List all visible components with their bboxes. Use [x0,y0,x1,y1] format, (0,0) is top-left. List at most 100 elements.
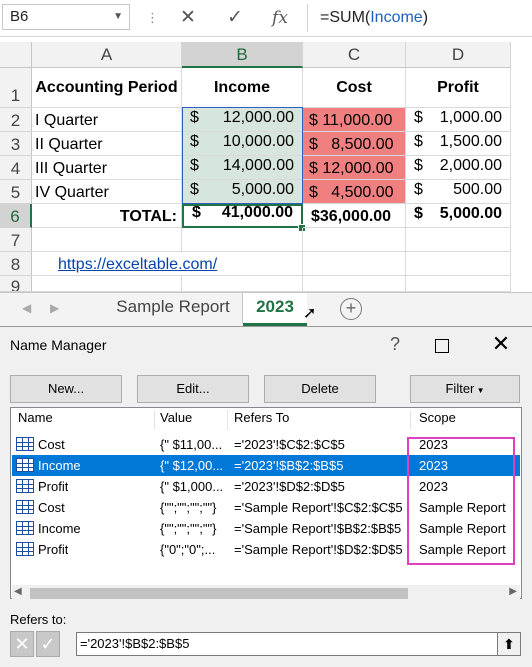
tab-sample-report[interactable]: Sample Report [104,293,243,323]
cancel-icon[interactable]: ✕ [10,631,34,657]
cell-c9[interactable] [303,276,406,292]
horizontal-scrollbar[interactable]: ◀ ▶ [12,585,520,602]
item-name: Profit [38,542,69,557]
row-header-1[interactable]: 1 [0,68,32,108]
cell-a7[interactable] [32,228,182,252]
sheet-tab-bar: ◀ ▶ Sample Report 2023 ➚ + [0,292,532,327]
table-name-icon [16,479,34,493]
close-icon[interactable]: ✕ [488,329,514,359]
refers-to-input[interactable]: ='2023'!$B$2:$B$5 [76,632,498,656]
cell-d8[interactable] [406,252,511,276]
header-divider [227,410,228,430]
cell-c3[interactable]: $ 8,500.00 [303,132,406,156]
cell-c8[interactable] [303,252,406,276]
cell-d2[interactable]: $1,000.00 [406,108,511,132]
cell-d1[interactable]: Profit [406,68,511,108]
tab-2023[interactable]: 2023 [243,293,307,326]
cell-c6[interactable]: $36,000.00 [303,204,406,228]
cell-a4[interactable]: III Quarter [32,156,182,180]
cell-d5[interactable]: $500.00 [406,180,511,204]
insert-function-icon[interactable]: fx [263,4,297,32]
cell-value: 1,000.00 [439,109,502,126]
formula-ref: Income [370,9,423,26]
chevron-down-icon[interactable]: ▼ [113,5,123,29]
select-all-corner[interactable] [0,42,32,68]
column-header-value[interactable]: Value [160,410,192,425]
filter-button[interactable]: Filter ▼ [410,375,520,403]
column-header-c[interactable]: C [303,42,406,68]
item-refers: ='2023'!$C$2:$C$5 [234,437,345,452]
column-header-refers-to[interactable]: Refers To [234,410,289,425]
column-header-a[interactable]: A [32,42,182,68]
enter-icon[interactable]: ✓ [218,4,252,32]
help-icon[interactable]: ? [382,331,408,357]
cell-d9[interactable] [406,276,511,292]
filter-label: Filter [445,381,475,396]
currency-symbol: $ [414,157,423,174]
column-header-b[interactable]: B [182,42,303,68]
cell-d6[interactable]: $5,000.00 [406,204,511,228]
cell-d4[interactable]: $2,000.00 [406,156,511,180]
column-header-scope[interactable]: Scope [419,410,456,425]
formula-input[interactable]: =SUM(Income) [307,4,532,32]
cell-c2[interactable]: $ 11,000.00 [303,108,406,132]
dialog-title: Name Manager [10,337,107,353]
currency-symbol: $ [414,205,423,222]
add-sheet-button[interactable]: + [340,298,362,320]
column-header-d[interactable]: D [406,42,511,68]
scroll-right-icon[interactable]: ▶ [509,586,517,597]
row-header-5[interactable]: 5 [0,180,32,204]
cell-a1[interactable]: Accounting Period [32,68,182,108]
scroll-left-icon[interactable]: ◀ [22,301,31,315]
collapse-dialog-icon[interactable]: ⬆ [497,632,521,656]
formula-suffix: ) [422,9,429,26]
name-box[interactable]: B6 ▼ [2,4,130,30]
cell-b7[interactable] [182,228,303,252]
row-header-7[interactable]: 7 [0,228,32,252]
currency-symbol: $ [414,181,423,198]
cell-b9[interactable] [182,276,303,292]
cell-a9[interactable] [32,276,182,292]
cell-a5[interactable]: IV Quarter [32,180,182,204]
maximize-icon[interactable] [435,339,449,353]
row-header-3[interactable]: 3 [0,132,32,156]
new-button[interactable]: New... [10,375,122,403]
item-value: {"";"";"";""} [160,500,217,515]
cell-value: 1,500.00 [439,133,502,150]
scrollbar-thumb[interactable] [30,588,408,599]
table-name-icon [16,521,34,535]
edit-button[interactable]: Edit... [137,375,249,403]
check-icon[interactable]: ✓ [36,631,60,657]
row-header-2[interactable]: 2 [0,108,32,132]
cell-c5[interactable]: $ 4,500.00 [303,180,406,204]
cell-b1[interactable]: Income [182,68,303,108]
cell-c4[interactable]: $ 12,000.00 [303,156,406,180]
item-value: {" $11,00... [160,437,223,452]
cell-d3[interactable]: $1,500.00 [406,132,511,156]
item-name: Income [38,521,81,536]
cell-a3[interactable]: II Quarter [32,132,182,156]
hyperlink[interactable]: https://exceltable.com/ [58,254,217,276]
cell-d7[interactable] [406,228,511,252]
item-name: Income [38,458,81,473]
cell-c7[interactable] [303,228,406,252]
currency-symbol: $ [192,204,201,221]
delete-button[interactable]: Delete [264,375,376,403]
cell-a6[interactable]: TOTAL: [32,204,182,228]
row-header-9[interactable]: 9 [0,276,32,292]
column-header-name[interactable]: Name [18,410,53,425]
item-value: {"";"";"";""} [160,521,217,536]
cell-c1[interactable]: Cost [303,68,406,108]
row-header-6[interactable]: 6 [0,204,32,228]
scroll-left-icon[interactable]: ◀ [14,586,22,597]
item-refers: ='Sample Report'!$B$2:$B$5 [234,521,402,536]
row-header-8[interactable]: 8 [0,252,32,276]
cell-a2[interactable]: I Quarter [32,108,182,132]
formula-bar-grip-icon: ⋮ [146,10,159,25]
scroll-right-icon[interactable]: ▶ [50,301,59,315]
cancel-icon[interactable]: ✕ [171,4,205,32]
item-refers: ='2023'!$B$2:$B$5 [234,458,344,473]
header-divider [410,410,411,430]
row-header-4[interactable]: 4 [0,156,32,180]
cell-b6[interactable]: $41,000.00 [182,204,303,228]
